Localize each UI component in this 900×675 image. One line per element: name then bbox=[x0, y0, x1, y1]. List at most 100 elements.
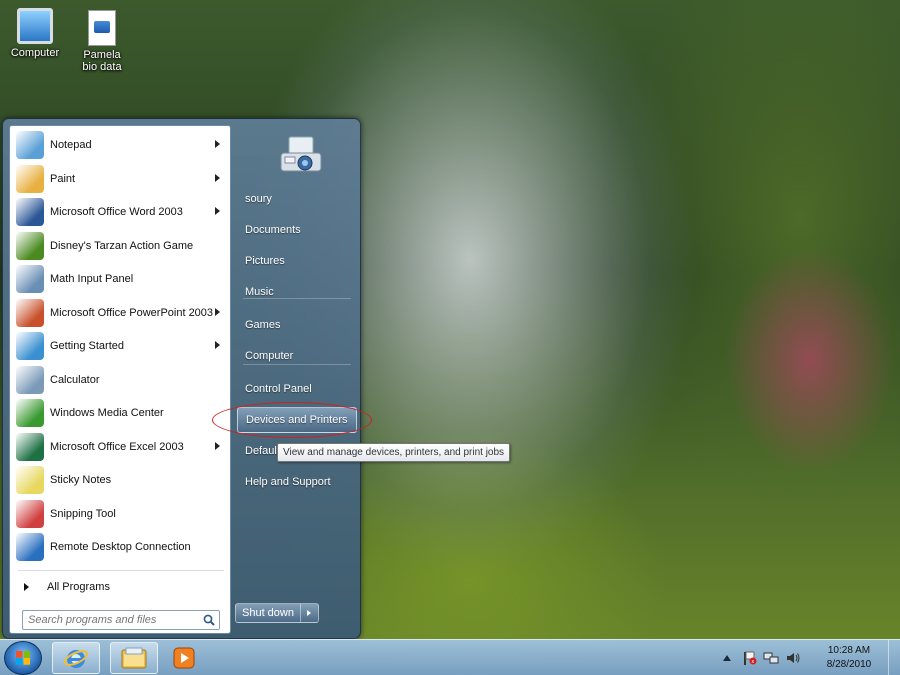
submenu-arrow-icon[interactable] bbox=[215, 441, 220, 450]
program-item[interactable]: Microsoft Office Word 2003 bbox=[12, 196, 228, 228]
submenu-arrow-icon[interactable] bbox=[215, 140, 220, 148]
taskbar: x 10:28 AM 8/28/2010 bbox=[0, 639, 900, 675]
clock-date: 8/28/2010 bbox=[826, 659, 872, 670]
place-item[interactable]: soury bbox=[237, 186, 357, 212]
place-item[interactable]: Control Panel bbox=[237, 376, 357, 402]
search-input[interactable] bbox=[28, 614, 200, 626]
places-pane: soury Documents Pictures Music Games Computer… bbox=[233, 119, 361, 638]
action-center-icon[interactable]: x bbox=[741, 650, 757, 666]
notepad-icon bbox=[16, 131, 44, 159]
paint-palette-icon bbox=[16, 164, 44, 193]
user-picture-icon[interactable] bbox=[273, 125, 327, 177]
show-hidden-icons-button[interactable] bbox=[719, 650, 735, 666]
shutdown-group: Shut down bbox=[235, 603, 319, 623]
program-label: Math Input Panel bbox=[50, 273, 134, 285]
volume-icon[interactable] bbox=[785, 650, 801, 666]
program-label: Remote Desktop Connection bbox=[50, 541, 191, 553]
program-item[interactable]: Microsoft Office Excel 2003 bbox=[12, 431, 228, 463]
program-item[interactable]: Snipping Tool bbox=[12, 498, 228, 530]
program-item[interactable]: Sticky Notes bbox=[12, 464, 228, 496]
program-item[interactable]: Remote Desktop Connection bbox=[12, 531, 228, 563]
program-label: Getting Started bbox=[50, 340, 124, 352]
internet-explorer-icon bbox=[63, 650, 89, 668]
show-desktop-button[interactable] bbox=[888, 640, 900, 675]
desktop-icon-computer[interactable]: Computer bbox=[0, 8, 70, 59]
media-center-icon bbox=[16, 399, 44, 427]
taskbar-windows-explorer[interactable] bbox=[110, 642, 158, 674]
speaker-icon bbox=[787, 653, 800, 663]
remote-desktop-icon bbox=[16, 533, 44, 561]
network-icon[interactable] bbox=[763, 650, 779, 666]
getting-started-icon bbox=[16, 332, 44, 360]
calculator-icon bbox=[16, 365, 44, 394]
network-computers-icon bbox=[763, 652, 779, 664]
tarzan-game-icon bbox=[16, 231, 44, 260]
program-label: Microsoft Office Word 2003 bbox=[50, 206, 183, 218]
place-item[interactable]: Help and Support bbox=[237, 469, 357, 495]
math-input-icon bbox=[16, 265, 44, 293]
start-button[interactable] bbox=[4, 641, 42, 675]
program-label: Microsoft Office Excel 2003 bbox=[50, 440, 184, 453]
arrow-right-icon bbox=[307, 610, 312, 616]
program-item[interactable]: Math Input Panel bbox=[12, 263, 228, 295]
shutdown-button[interactable]: Shut down bbox=[235, 603, 301, 623]
word-document-icon bbox=[88, 10, 116, 46]
desktop-icon-label: Computer bbox=[10, 47, 60, 59]
desktop-icon-pamela-bio-data[interactable]: Pamela bio data bbox=[67, 10, 137, 73]
all-programs-arrow-icon bbox=[24, 583, 29, 591]
devices-printers-tooltip: View and manage devices, printers, and p… bbox=[277, 443, 511, 462]
highlight-annotation bbox=[212, 402, 372, 438]
divider bbox=[18, 570, 224, 571]
program-item[interactable]: Paint bbox=[12, 163, 228, 195]
search-box[interactable] bbox=[22, 610, 220, 630]
programs-pane: Notepad Paint Microsoft Office Word 2003 Di… bbox=[9, 125, 231, 634]
program-item[interactable]: Calculator bbox=[12, 364, 228, 396]
clock-time: 10:28 AM bbox=[827, 645, 871, 656]
start-menu: Notepad Paint Microsoft Office Word 2003 Di… bbox=[2, 118, 361, 639]
place-item[interactable]: Computer bbox=[237, 343, 357, 369]
place-item[interactable]: Pictures bbox=[237, 248, 357, 274]
chevron-up-icon bbox=[723, 655, 731, 661]
submenu-arrow-icon[interactable] bbox=[215, 207, 220, 215]
clock[interactable]: 10:28 AM 8/28/2010 bbox=[810, 644, 888, 672]
desktop-icon-label: Pamela bio data bbox=[82, 49, 122, 73]
media-player-icon bbox=[173, 647, 195, 669]
place-item[interactable]: Music bbox=[237, 279, 357, 305]
program-label: Microsoft Office PowerPoint 2003 bbox=[50, 306, 214, 319]
places-divider bbox=[243, 298, 351, 299]
program-item[interactable]: Windows Media Center bbox=[12, 397, 228, 429]
sticky-notes-icon bbox=[16, 466, 44, 494]
word-icon bbox=[16, 198, 44, 226]
program-item[interactable]: Getting Started bbox=[12, 330, 228, 362]
program-label: Sticky Notes bbox=[50, 474, 112, 486]
place-item[interactable]: Documents bbox=[237, 217, 357, 243]
program-label: Paint bbox=[50, 172, 76, 185]
svg-text:x: x bbox=[751, 659, 754, 665]
program-label: Windows Media Center bbox=[50, 407, 164, 419]
flag-icon: x bbox=[744, 651, 757, 665]
snipping-tool-icon bbox=[16, 499, 44, 528]
search-icon[interactable] bbox=[203, 614, 215, 626]
program-label: Snipping Tool bbox=[50, 507, 116, 520]
program-item[interactable]: Disney's Tarzan Action Game bbox=[12, 230, 228, 262]
program-item[interactable]: Notepad bbox=[12, 129, 228, 161]
program-label: Calculator bbox=[50, 373, 100, 386]
place-item[interactable]: Games bbox=[237, 312, 357, 338]
all-programs-button[interactable]: All Programs bbox=[12, 576, 228, 598]
submenu-arrow-icon[interactable] bbox=[215, 173, 220, 182]
program-label: Disney's Tarzan Action Game bbox=[50, 239, 194, 252]
excel-icon bbox=[16, 432, 44, 461]
program-label: Notepad bbox=[50, 139, 92, 151]
computer-icon bbox=[17, 8, 53, 44]
powerpoint-icon bbox=[16, 298, 44, 327]
taskbar-media-player[interactable] bbox=[162, 642, 206, 674]
system-tray: x 10:28 AM 8/28/2010 bbox=[716, 640, 900, 675]
windows-explorer-icon bbox=[121, 647, 147, 669]
program-item[interactable]: Microsoft Office PowerPoint 2003 bbox=[12, 297, 228, 329]
shutdown-options-button[interactable] bbox=[300, 603, 319, 623]
submenu-arrow-icon[interactable] bbox=[215, 307, 220, 316]
taskbar-internet-explorer[interactable] bbox=[52, 642, 100, 674]
all-programs-label: All Programs bbox=[47, 581, 110, 593]
places-divider bbox=[243, 364, 351, 365]
submenu-arrow-icon[interactable] bbox=[215, 341, 220, 349]
